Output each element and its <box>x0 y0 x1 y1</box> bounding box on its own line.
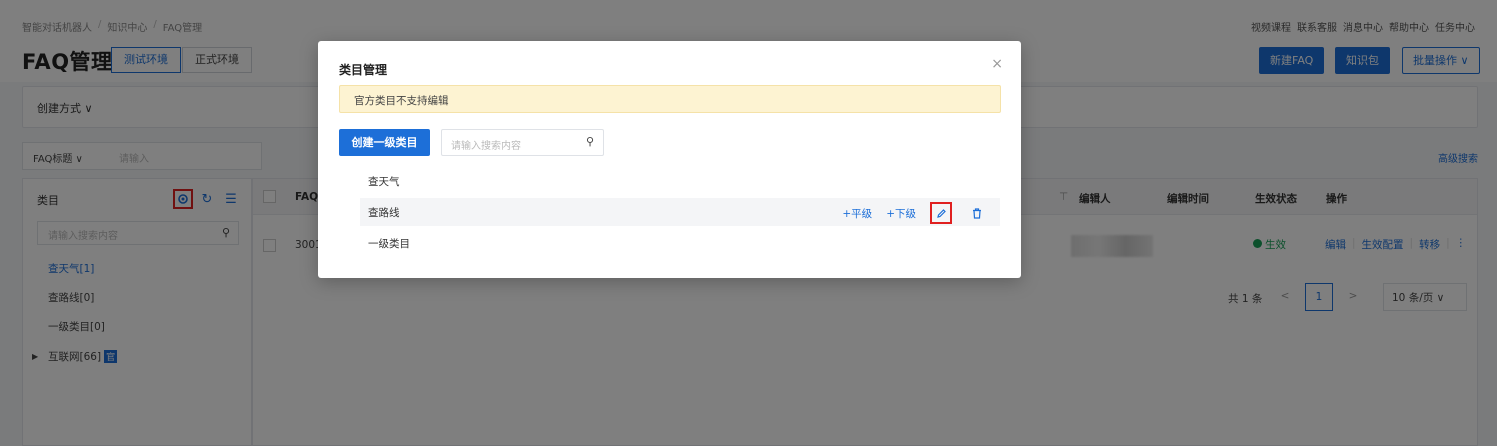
modal-search-placeholder: 请输入搜索内容 <box>451 141 521 152</box>
category-row-weather[interactable]: 查天气 <box>360 167 1000 195</box>
category-name: 查路线 <box>368 207 400 219</box>
notice-banner: 官方类目不支持编辑 <box>339 85 1001 113</box>
modal-title: 类目管理 <box>339 63 388 77</box>
notice-text: 官方类目不支持编辑 <box>354 95 449 107</box>
close-icon[interactable]: × <box>991 56 1003 72</box>
add-child-button[interactable]: +下级 <box>886 206 916 221</box>
delete-icon[interactable] <box>966 202 988 224</box>
edit-icon[interactable] <box>930 202 952 224</box>
add-sibling-button[interactable]: +平级 <box>842 206 872 221</box>
category-row-level1[interactable]: 一级类目 <box>360 229 1000 257</box>
create-level1-category-button[interactable]: 创建一级类目 <box>339 129 430 156</box>
category-name: 查天气 <box>368 176 400 188</box>
search-icon[interactable]: ⚲ <box>586 135 594 148</box>
category-management-modal: 类目管理 × 官方类目不支持编辑 创建一级类目 请输入搜索内容 ⚲ 查天气 查路… <box>318 41 1021 278</box>
category-row-route[interactable]: 查路线 +平级 +下级 <box>360 198 1000 226</box>
category-name: 一级类目 <box>368 238 410 250</box>
category-actions: +平级 +下级 <box>842 202 988 224</box>
modal-search-input[interactable]: 请输入搜索内容 ⚲ <box>441 129 604 156</box>
